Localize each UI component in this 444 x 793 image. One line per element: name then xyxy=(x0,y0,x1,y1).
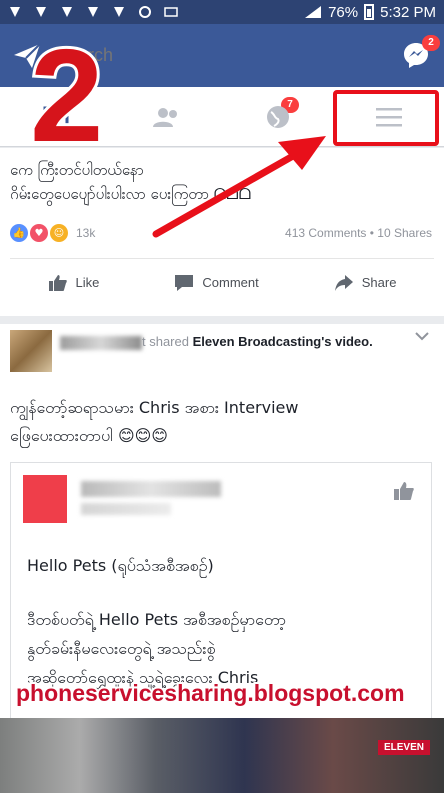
post-text-line: ဖြေပေးထားတာပါ 😊😊😊 xyxy=(10,426,168,445)
sync-icon xyxy=(139,6,151,18)
like-button[interactable]: Like xyxy=(48,274,100,292)
shared-suffix: 's video. xyxy=(321,334,373,349)
video-thumbnail[interactable]: ELEVEN xyxy=(0,718,444,793)
haha-reaction-icon: ☺ xyxy=(50,224,68,242)
reaction-count: 13k xyxy=(76,226,96,240)
post-text: ကျွန်တော့်ဆရာသမား Chris အစား Interview ဖ… xyxy=(10,394,430,450)
card-body: ဒီတစ်ပတ်ရဲ့ Hello Pets အစီအစဉ်မှာတော့ နွ… xyxy=(27,605,423,692)
battery-percent: 76% xyxy=(328,3,359,21)
comment-label: Comment xyxy=(202,275,259,290)
notification-icons xyxy=(8,5,178,19)
channel-logo: ELEVEN xyxy=(377,740,430,755)
status-right: 76% 5:32 PM xyxy=(304,4,436,21)
share-label: Share xyxy=(361,275,397,290)
blurred-author-name xyxy=(60,336,142,350)
friends-icon xyxy=(152,107,177,127)
blurred-page-meta xyxy=(81,503,171,515)
comment-button[interactable]: Comment xyxy=(174,274,259,292)
blurred-page-name xyxy=(81,481,221,497)
watermark: phoneservicesharing.blogspot.com xyxy=(14,678,407,708)
notification-icon xyxy=(10,7,20,17)
love-reaction-icon: ♥ xyxy=(30,224,48,242)
avatar[interactable] xyxy=(10,330,52,372)
share-arrow-icon xyxy=(334,274,353,291)
messenger-badge: 2 xyxy=(422,34,440,51)
battery-icon xyxy=(364,4,375,20)
clock: 5:32 PM xyxy=(380,3,436,21)
chevron-down-icon[interactable] xyxy=(414,330,430,342)
card-body-line: ဒီတစ်ပတ်ရဲ့ Hello Pets အစီအစဉ်မှာတော့ xyxy=(27,610,286,629)
shares-count[interactable]: 10 Shares xyxy=(377,226,432,240)
like-reaction-icon: 👍 xyxy=(10,224,28,242)
pointer-arrow xyxy=(152,136,326,238)
thumbs-up-icon xyxy=(48,274,67,291)
notification-icon xyxy=(36,7,46,17)
card-body-line: နွတ်ခမ်းနီမလေးတွေရဲ့ အသည်းစွဲ xyxy=(27,639,216,658)
reactions-summary[interactable]: 👍 ♥ ☺ 13k xyxy=(10,224,95,242)
comment-icon xyxy=(175,274,194,291)
post-action-row: Like Comment Share xyxy=(10,258,434,306)
shared-page-link[interactable]: Eleven Broadcasting xyxy=(193,334,322,349)
status-bar: 76% 5:32 PM xyxy=(0,0,444,24)
messenger-button[interactable]: 2 xyxy=(402,34,440,71)
signal-icon xyxy=(305,6,322,18)
notification-icon xyxy=(114,7,124,17)
facebook-feed-screen: 76% 5:32 PM 2 xyxy=(0,0,444,793)
like-label: Like xyxy=(75,275,100,290)
post-text-line: ကျွန်တော့်ဆရာသမား Chris အစား Interview xyxy=(10,398,299,417)
menu-highlight-box xyxy=(333,90,439,146)
notification-icon xyxy=(62,7,72,17)
shared-header: t shared Eleven Broadcasting's video. xyxy=(142,334,373,349)
like-page-icon[interactable] xyxy=(393,481,415,501)
screenshot-icon xyxy=(164,7,178,17)
globe-icon xyxy=(266,105,289,128)
shared-prefix: t shared xyxy=(142,334,189,349)
page-avatar[interactable] xyxy=(23,475,67,523)
step-number: 2 xyxy=(27,22,106,169)
share-button[interactable]: Share xyxy=(334,274,397,292)
card-title: Hello Pets (ရုပ်သံအစီအစဉ်) xyxy=(27,556,214,575)
notification-icon xyxy=(88,7,98,17)
